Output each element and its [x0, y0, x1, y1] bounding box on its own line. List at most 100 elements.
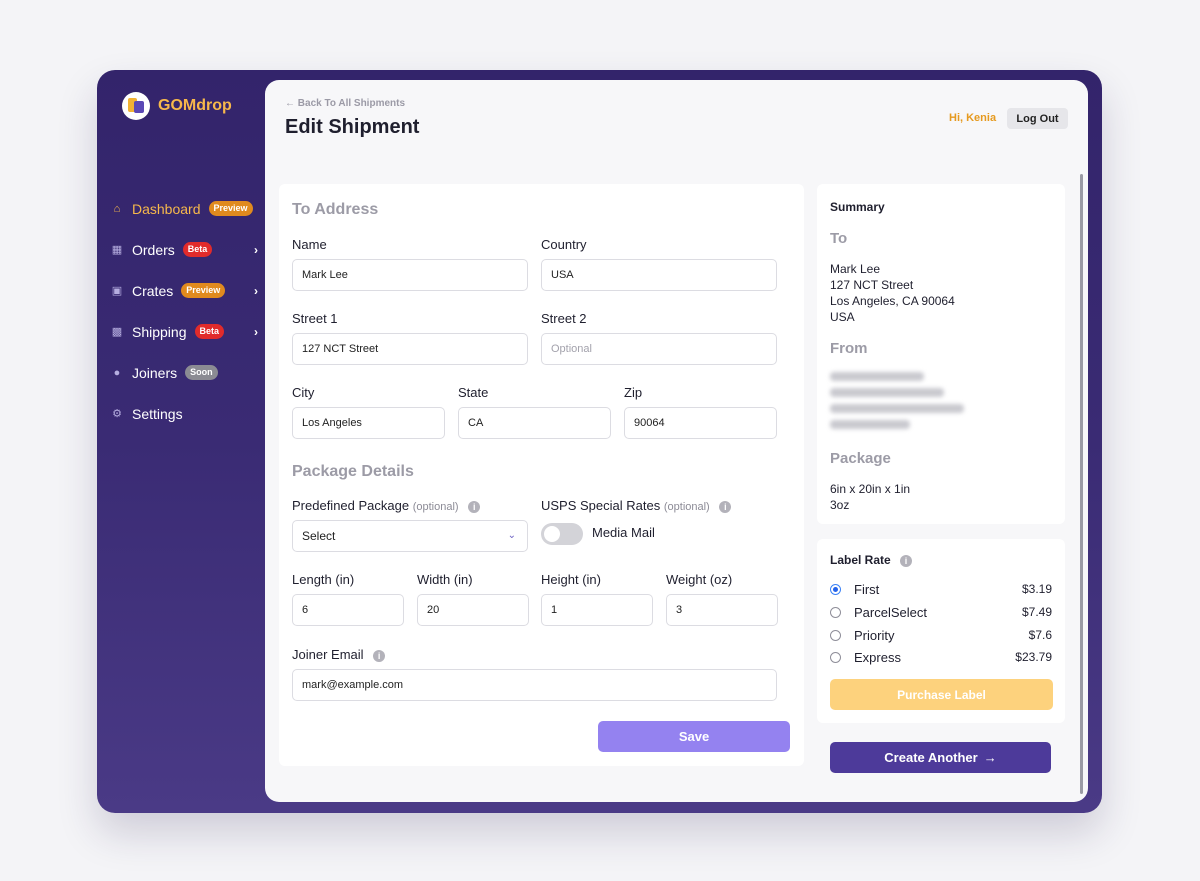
scrollbar[interactable] — [1080, 174, 1083, 794]
rate-price: $3.19 — [1021, 582, 1052, 596]
rate-option-parcelselect[interactable]: ParcelSelect $7.49 — [830, 602, 1052, 622]
name-field[interactable]: Mark Lee — [292, 259, 528, 291]
zip-label: Zip — [624, 385, 643, 400]
city-field[interactable]: Los Angeles — [292, 407, 445, 439]
street2-field[interactable]: Optional — [541, 333, 777, 365]
joiner-email-field[interactable]: mark@example.com — [292, 669, 777, 701]
page-title: Edit Shipment — [285, 116, 420, 138]
info-icon[interactable]: i — [900, 554, 913, 567]
logo-mark-icon — [122, 92, 150, 120]
create-another-button[interactable]: Create Another → — [830, 742, 1051, 773]
soon-badge: Soon — [185, 365, 218, 380]
package-details-title: Package Details — [292, 463, 414, 480]
rate-price: $23.79 — [1015, 650, 1052, 664]
media-mail-toggle[interactable] — [541, 523, 583, 545]
info-icon[interactable]: i — [373, 649, 386, 662]
predefined-package-label: Predefined Package (optional) i — [292, 498, 481, 513]
shipment-form: To Address Name Mark Lee Country USA Str… — [279, 184, 804, 766]
country-field[interactable]: USA — [541, 259, 777, 291]
height-field[interactable]: 1 — [541, 594, 653, 626]
summary-package-details: 6in x 20in x 1in 3oz — [830, 481, 910, 513]
usps-rates-label: USPS Special Rates (optional) i — [541, 498, 732, 513]
app-window: GOMdrop ⌂ Dashboard Preview ▦ Orders Bet… — [97, 70, 1102, 813]
toggle-knob — [544, 526, 560, 542]
logo[interactable]: GOMdrop — [122, 92, 232, 120]
predefined-package-select[interactable]: Select ⌄ — [292, 520, 528, 552]
beta-badge: Beta — [194, 324, 225, 339]
rate-option-first[interactable]: First $3.19 — [830, 579, 1052, 599]
info-icon[interactable]: i — [468, 500, 481, 513]
summary-package-heading: Package — [830, 450, 891, 467]
rate-price: $7.6 — [1028, 628, 1052, 642]
summary-to-heading: To — [830, 230, 848, 247]
package-line: 3oz — [830, 498, 850, 512]
grid-icon: ▦ — [111, 244, 123, 256]
back-link[interactable]: ← Back To All Shipments — [285, 98, 405, 109]
rate-name: ParcelSelect — [854, 604, 927, 620]
optional-hint: (optional) — [412, 501, 459, 513]
sidebar-item-label: Settings — [132, 405, 183, 422]
beta-badge: Beta — [182, 242, 213, 257]
select-value: Select — [302, 529, 336, 543]
optional-hint: (optional) — [663, 501, 710, 513]
weight-field[interactable]: 3 — [666, 594, 778, 626]
sidebar-item-orders[interactable]: ▦ Orders Beta › — [110, 229, 258, 270]
chevron-right-icon: › — [254, 325, 258, 339]
arrow-right-icon: → — [983, 750, 997, 765]
user-greeting: Hi, Kenia — [949, 112, 997, 124]
length-label: Length (in) — [292, 572, 355, 587]
label-rate-card: Label Rate i First $3.19 ParcelSelect $7… — [817, 539, 1065, 723]
radio[interactable] — [830, 629, 841, 641]
media-mail-label: Media Mail — [592, 525, 655, 540]
country-label: Country — [541, 237, 587, 252]
address-line: 127 NCT Street — [830, 278, 914, 292]
crates-icon: ▣ — [111, 285, 123, 297]
purchase-label-button[interactable]: Purchase Label — [830, 679, 1053, 710]
summary-card: Summary To Mark Lee 127 NCT Street Los A… — [817, 184, 1065, 524]
chevron-right-icon: › — [254, 243, 258, 257]
street1-field[interactable]: 127 NCT Street — [292, 333, 528, 365]
joiner-email-label: Joiner Email i — [292, 647, 386, 662]
sidebar-item-shipping[interactable]: ▩ Shipping Beta › — [110, 311, 258, 352]
street1-label: Street 1 — [292, 311, 338, 326]
usps-rates-label-text: USPS Special Rates — [541, 498, 661, 513]
preview-badge: Preview — [208, 201, 253, 216]
chevron-down-icon: ⌄ — [507, 530, 516, 541]
package-line: 6in x 20in x 1in — [830, 482, 911, 496]
rate-price: $7.49 — [1021, 605, 1052, 619]
logout-button[interactable]: Log Out — [1007, 108, 1068, 129]
radio-selected[interactable] — [830, 583, 841, 595]
length-field[interactable]: 6 — [292, 594, 404, 626]
radio[interactable] — [830, 651, 841, 663]
name-label: Name — [292, 237, 327, 252]
summary-title: Summary — [830, 200, 885, 214]
app-name: GOMdrop — [158, 97, 232, 114]
sidebar-item-settings[interactable]: ⚙ Settings — [110, 393, 258, 434]
sidebar-item-joiners[interactable]: ● Joiners Soon — [110, 352, 258, 393]
state-field[interactable]: CA — [458, 407, 611, 439]
chevron-right-icon: › — [254, 284, 258, 298]
address-line: USA — [830, 310, 855, 324]
width-field[interactable]: 20 — [417, 594, 529, 626]
sidebar-item-label: Joiners — [132, 364, 178, 381]
info-icon[interactable]: i — [719, 500, 732, 513]
sidebar-item-crates[interactable]: ▣ Crates Preview › — [110, 270, 258, 311]
rate-option-express[interactable]: Express $23.79 — [830, 647, 1052, 667]
sidebar-item-dashboard[interactable]: ⌂ Dashboard Preview — [110, 188, 258, 229]
width-label: Width (in) — [417, 572, 473, 587]
label-rate-title-text: Label Rate — [830, 553, 891, 567]
zip-field[interactable]: 90064 — [624, 407, 777, 439]
street2-label: Street 2 — [541, 311, 587, 326]
sidebar-item-label: Dashboard — [132, 200, 201, 217]
label-rate-title: Label Rate i — [830, 553, 913, 567]
create-another-label: Create Another — [884, 750, 978, 765]
weight-label: Weight (oz) — [666, 572, 733, 587]
city-label: City — [292, 385, 315, 400]
state-label: State — [458, 385, 489, 400]
rate-option-priority[interactable]: Priority $7.6 — [830, 625, 1052, 645]
address-line: Mark Lee — [830, 262, 881, 276]
save-button[interactable]: Save — [598, 721, 790, 752]
radio[interactable] — [830, 606, 841, 618]
arrow-left-icon: ← — [285, 98, 298, 109]
predefined-package-label-text: Predefined Package — [292, 498, 410, 513]
